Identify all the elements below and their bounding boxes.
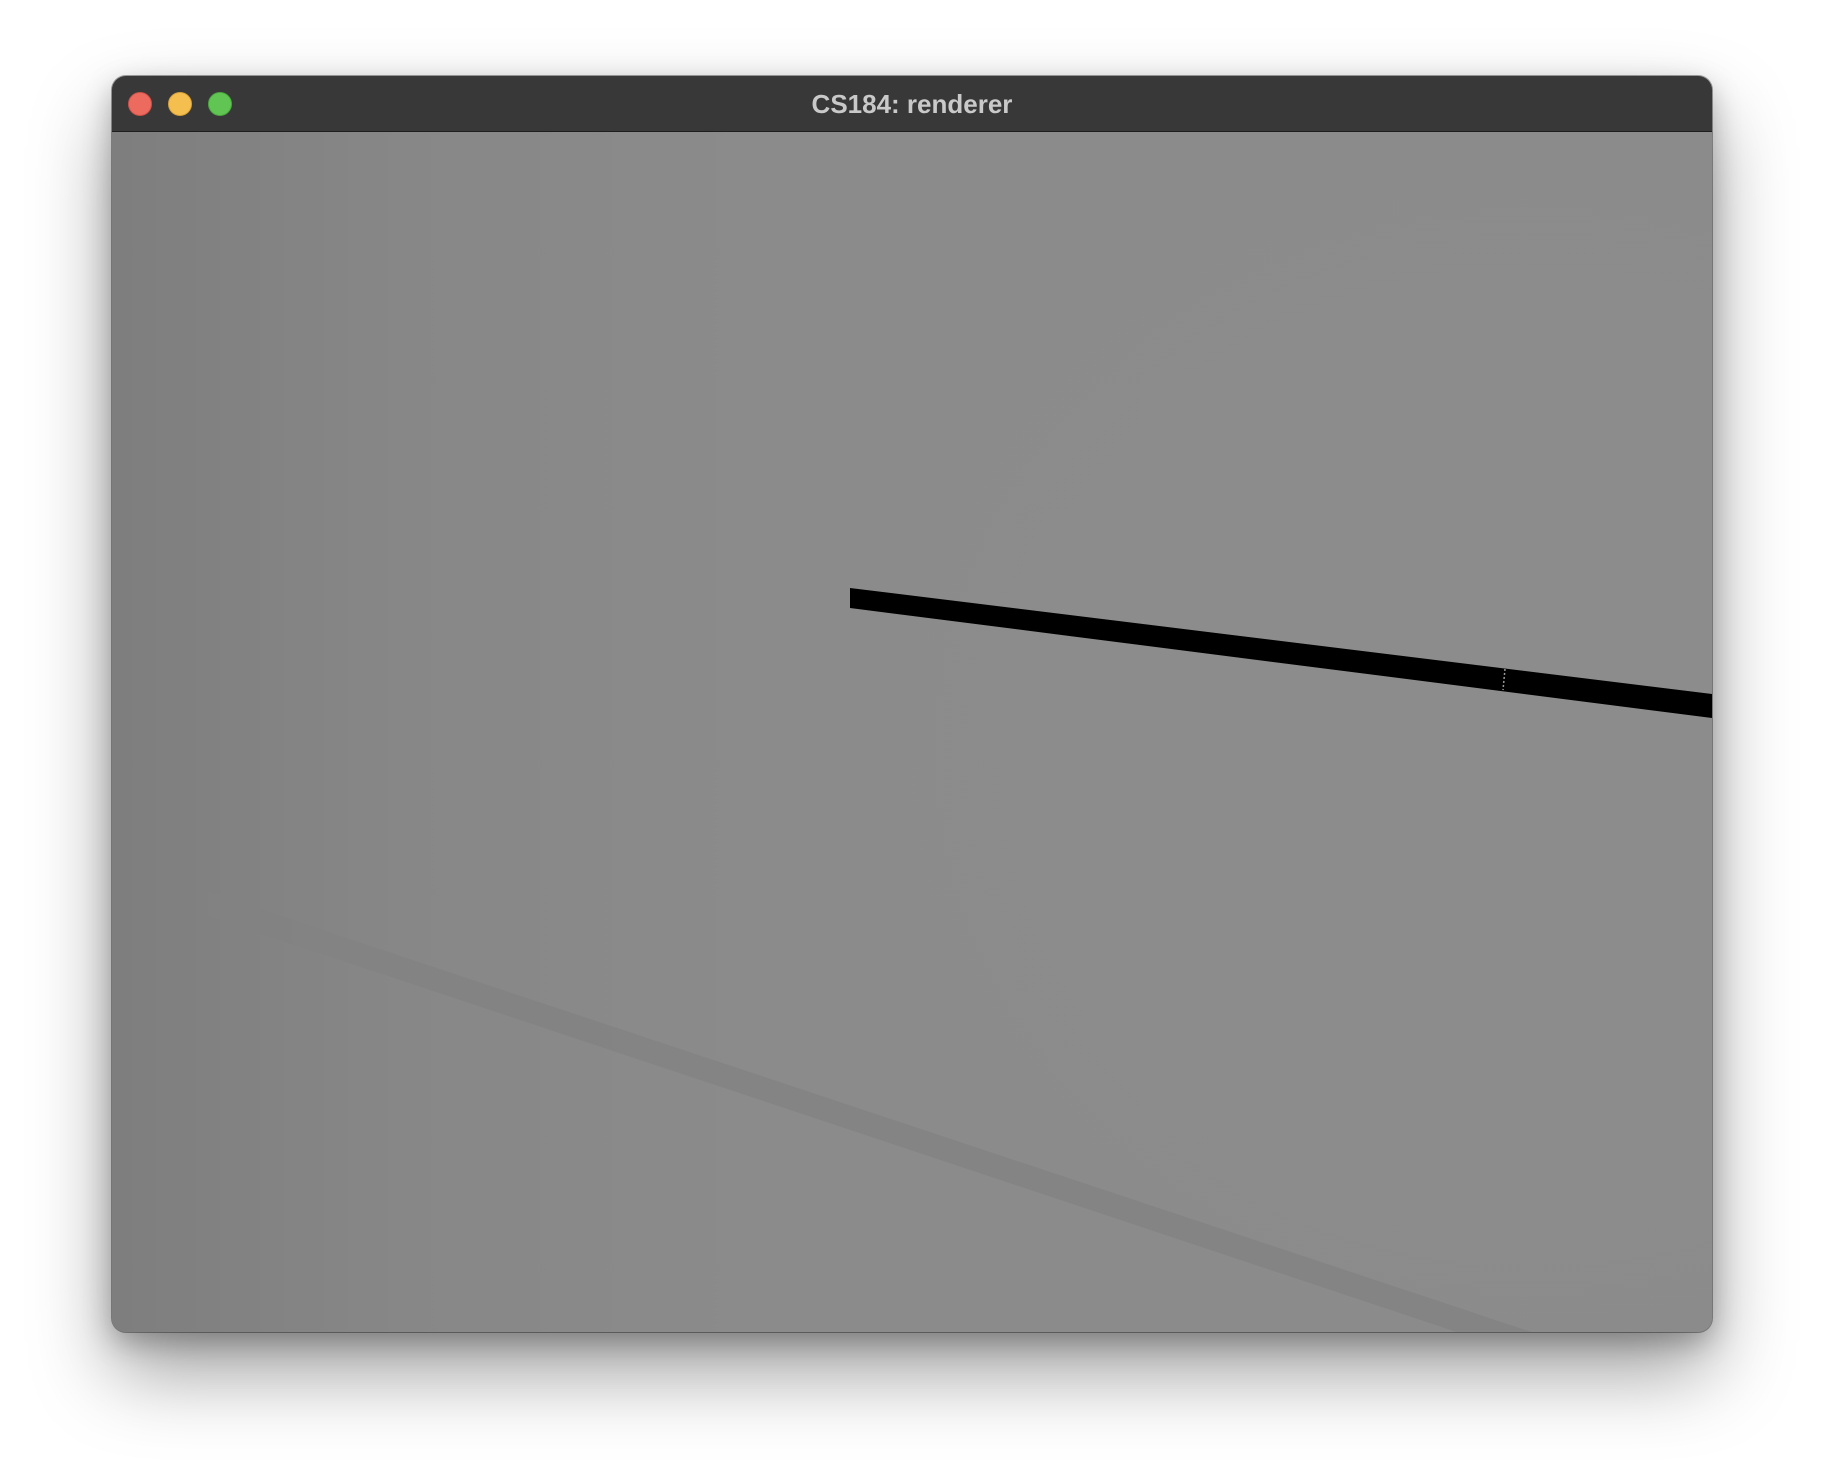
title-bar[interactable]: CS184: renderer [112, 76, 1712, 132]
render-canvas [208, 588, 1712, 1332]
desktop: CS184: renderer [0, 0, 1824, 1480]
rendered-black-line [850, 588, 1712, 718]
faint-floor-edge [208, 892, 1532, 1332]
render-viewport[interactable] [112, 132, 1712, 1332]
renderer-window[interactable]: CS184: renderer [112, 76, 1712, 1332]
window-title: CS184: renderer [811, 89, 1013, 119]
